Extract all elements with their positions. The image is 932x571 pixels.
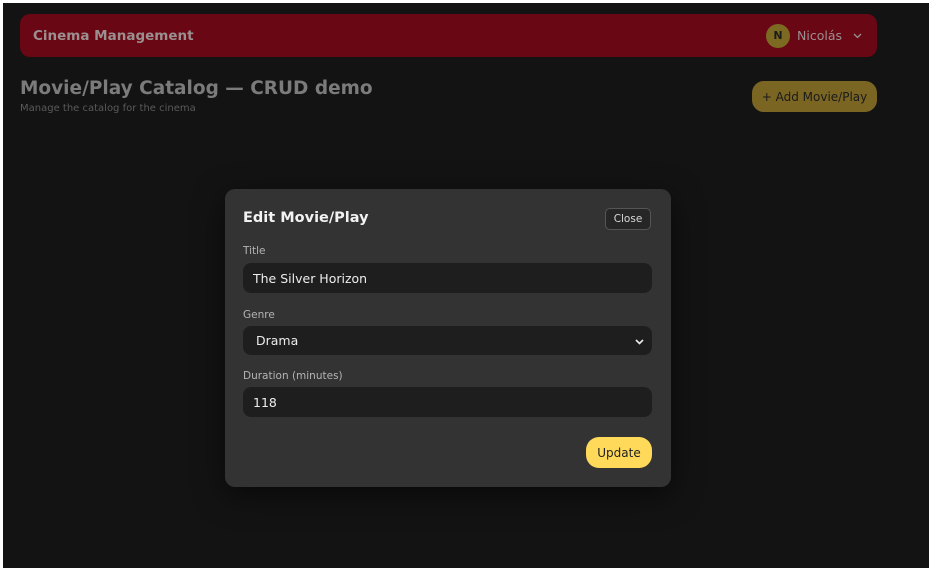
modal-title: Edit Movie/Play (243, 210, 369, 226)
update-button[interactable]: Update (586, 437, 652, 468)
page-title: Movie/Play Catalog — CRUD demo (20, 78, 373, 99)
title-label: Title (243, 245, 266, 257)
chevron-down-icon (851, 30, 863, 42)
title-input[interactable] (243, 263, 652, 293)
duration-label: Duration (minutes) (243, 370, 343, 382)
user-name: Nicolás (797, 28, 842, 43)
add-movie-play-button[interactable]: + Add Movie/Play (752, 81, 877, 112)
user-menu[interactable]: N Nicolás (766, 23, 863, 48)
app-frame: Cinema Management N Nicolás Movie/Play C… (3, 3, 929, 568)
close-button[interactable]: Close (605, 208, 651, 230)
top-nav-bar: Cinema Management N Nicolás (20, 14, 877, 57)
avatar: N (766, 23, 790, 48)
duration-input[interactable] (243, 387, 652, 417)
edit-modal: Edit Movie/Play Close Title Genre Drama … (225, 189, 671, 487)
chevron-down-icon (635, 333, 644, 348)
genre-label: Genre (243, 309, 275, 321)
app-brand: Cinema Management (33, 27, 194, 44)
genre-select[interactable]: Drama (243, 326, 652, 355)
page-subtitle: Manage the catalog for the cinema (20, 103, 196, 114)
genre-selected-value: Drama (256, 333, 299, 348)
